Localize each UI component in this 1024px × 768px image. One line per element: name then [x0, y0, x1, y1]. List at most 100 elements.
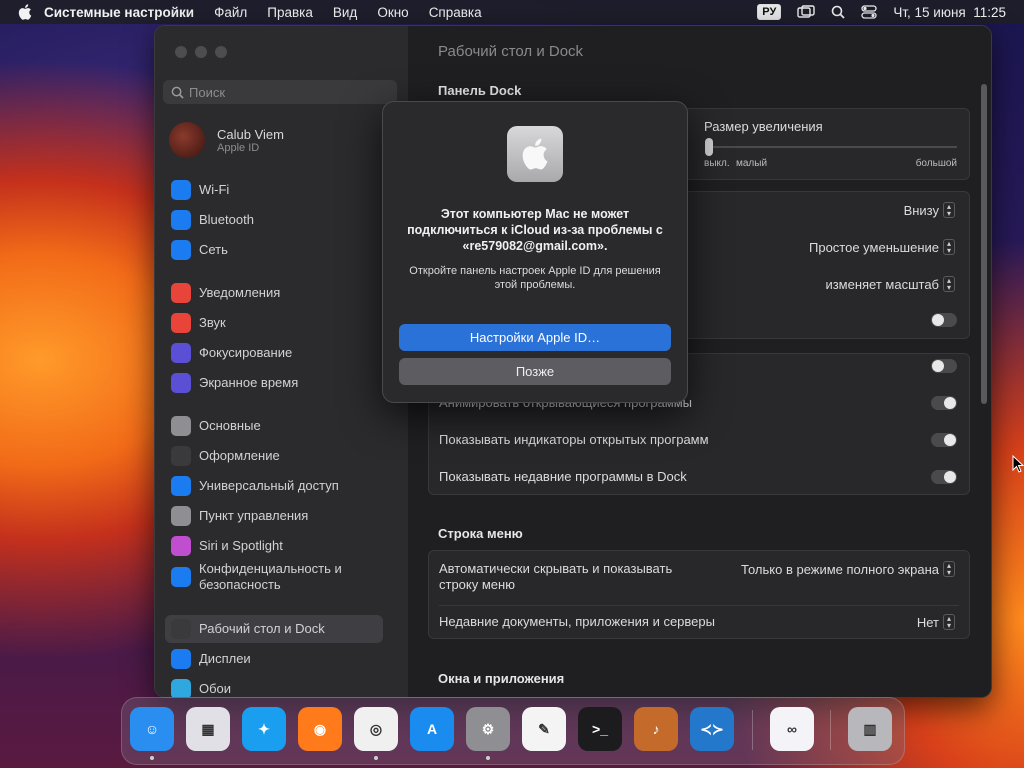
magnification-slider-knob[interactable]: [705, 138, 713, 156]
popup-stepper-icon: ▴ ▾: [943, 561, 955, 577]
sidebar-item-speaker[interactable]: Звук: [165, 309, 383, 337]
minimize-window-button[interactable]: [195, 46, 207, 58]
sidebar-item-dock[interactable]: Рабочий стол и Dock: [165, 615, 383, 643]
dock-position-popup[interactable]: Внизу ▴ ▾: [904, 202, 955, 218]
control-center-icon[interactable]: [861, 5, 877, 19]
sidebar-item-label: Уведомления: [199, 285, 281, 300]
icloud-alert-dialog: Этот компьютер Mac не может подключиться…: [382, 101, 688, 403]
search-placeholder: Поиск: [189, 84, 226, 100]
input-source-indicator[interactable]: РУ: [757, 4, 782, 20]
app-store-icon[interactable]: A: [410, 707, 454, 751]
terminal-icon[interactable]: >_: [578, 707, 622, 751]
visual-studio-icon[interactable]: ∞: [770, 707, 814, 751]
garageband-icon[interactable]: ♪: [634, 707, 678, 751]
autohide-menubar-label: Автоматически скрывать и показывать стро…: [439, 561, 673, 592]
main-scrollbar[interactable]: [981, 84, 987, 404]
apple-logo-icon[interactable]: [18, 4, 32, 20]
menu-edit[interactable]: Правка: [267, 5, 313, 20]
sidebar-item-moon[interactable]: Фокусирование: [165, 339, 383, 367]
launchpad-icon[interactable]: ▦: [186, 707, 230, 751]
toggle-knob: [944, 434, 956, 446]
menubar-section-heading: Строка меню: [438, 526, 523, 541]
popup-stepper-icon: ▴ ▾: [943, 239, 955, 255]
sidebar-item-hourglass[interactable]: Экранное время: [165, 369, 383, 397]
menu-window[interactable]: Окно: [377, 5, 408, 20]
user-name: Calub Viem: [217, 126, 284, 142]
sidebar-item-gear[interactable]: Основные: [165, 412, 383, 440]
indicators-label: Показывать индикаторы открытых программ: [439, 432, 709, 447]
windows-section-heading: Окна и приложения: [438, 671, 565, 686]
sidebar-item-label: Обои: [199, 681, 232, 696]
search-icon: [171, 86, 184, 99]
sidebar-item-bluetooth[interactable]: Bluetooth: [165, 206, 383, 234]
sidebar-item-accessibility[interactable]: Универсальный доступ: [165, 472, 383, 500]
apple-id-account[interactable]: Calub Viem Apple ID: [169, 122, 284, 158]
sidebar-search-field[interactable]: Поиск: [163, 80, 397, 104]
recent-apps-toggle[interactable]: [931, 470, 957, 484]
running-indicator: [374, 756, 378, 760]
page-title: Рабочий стол и Dock: [438, 43, 584, 60]
sidebar-item-wifi[interactable]: Wi-Fi: [165, 176, 383, 204]
spotlight-search-icon[interactable]: [831, 5, 845, 19]
animate-apps-toggle[interactable]: [931, 396, 957, 410]
sidebar-item-label: Конфиденциальность и безопасность: [199, 561, 342, 592]
firefox-icon[interactable]: ◉: [298, 707, 342, 751]
system-settings-icon[interactable]: ⚙: [466, 707, 510, 751]
menu-app-name[interactable]: Системные настройки: [44, 5, 194, 20]
later-button[interactable]: Позже: [399, 358, 671, 385]
sidebar-item-label: Универсальный доступ: [199, 478, 339, 493]
safari-icon[interactable]: ✦: [242, 707, 286, 751]
popup-stepper-icon: ▴ ▾: [943, 614, 955, 630]
autohide-dock-toggle[interactable]: [931, 313, 957, 327]
toggle-knob: [944, 471, 956, 483]
sidebar-item-label: Оформление: [199, 448, 280, 463]
minimize-effect-value: Простое уменьшение: [809, 239, 939, 255]
trash-icon[interactable]: ▥: [848, 707, 892, 751]
sidebar-item-label: Основные: [199, 418, 261, 433]
menu-help[interactable]: Справка: [429, 5, 482, 20]
dialog-message: Откройте панель настроек Apple ID для ре…: [409, 265, 661, 291]
vscode-icon[interactable]: ≺≻: [690, 707, 734, 751]
display-icon: [171, 649, 191, 669]
sidebar-item-wallpaper[interactable]: Обои: [165, 675, 383, 697]
dialog-title: Этот компьютер Mac не может подключиться…: [407, 207, 663, 253]
dock-toggle-1[interactable]: [931, 359, 957, 373]
running-indicator: [150, 756, 154, 760]
menu-clock[interactable]: Чт, 15 июня 11:25: [893, 5, 1006, 20]
finder-icon[interactable]: ☺: [130, 707, 174, 751]
gear-icon: [171, 416, 191, 436]
toggle-knob: [944, 397, 956, 409]
apple-logo-icon: [522, 138, 548, 170]
double-click-value: изменяет масштаб: [825, 276, 939, 292]
speaker-icon: [171, 313, 191, 333]
autohide-menubar-popup[interactable]: Только в режиме полного экрана ▴ ▾: [741, 561, 955, 577]
sidebar-item-siri[interactable]: Siri и Spotlight: [165, 532, 383, 560]
textedit-icon[interactable]: ✎: [522, 707, 566, 751]
sidebar-item-globe[interactable]: Сеть: [165, 236, 383, 264]
autohide-menubar-value: Только в режиме полного экрана: [741, 561, 939, 577]
menu-view[interactable]: Вид: [333, 5, 357, 20]
screen-mirroring-icon[interactable]: [797, 5, 816, 19]
close-window-button[interactable]: [175, 46, 187, 58]
double-click-popup[interactable]: изменяет масштаб ▴ ▾: [825, 276, 955, 292]
sidebar-item-display[interactable]: Дисплеи: [165, 645, 383, 673]
sidebar-item-appearance[interactable]: Оформление: [165, 442, 383, 470]
apple-id-settings-button[interactable]: Настройки Apple ID…: [399, 324, 671, 351]
zoom-window-button[interactable]: [215, 46, 227, 58]
mouse-cursor-icon: [1012, 455, 1024, 473]
sidebar-item-bell[interactable]: Уведомления: [165, 279, 383, 307]
popup-stepper-icon: ▴ ▾: [943, 276, 955, 292]
menu-file[interactable]: Файл: [214, 5, 247, 20]
sidebar-item-label: Wi-Fi: [199, 182, 230, 197]
sidebar-item-hand[interactable]: Конфиденциальность и безопасность: [165, 559, 383, 595]
dock-separator: [830, 710, 831, 750]
sidebar-item-control-center[interactable]: Пункт управления: [165, 502, 383, 530]
divider: [439, 605, 959, 606]
sidebar-item-label: Экранное время: [199, 375, 299, 390]
chrome-icon[interactable]: ◎: [354, 707, 398, 751]
minimize-effect-popup[interactable]: Простое уменьшение ▴ ▾: [809, 239, 955, 255]
indicators-toggle[interactable]: [931, 433, 957, 447]
magnification-min-label: выкл.: [704, 158, 730, 169]
avatar: [169, 122, 205, 158]
recent-docs-popup[interactable]: Нет ▴ ▾: [917, 614, 955, 630]
